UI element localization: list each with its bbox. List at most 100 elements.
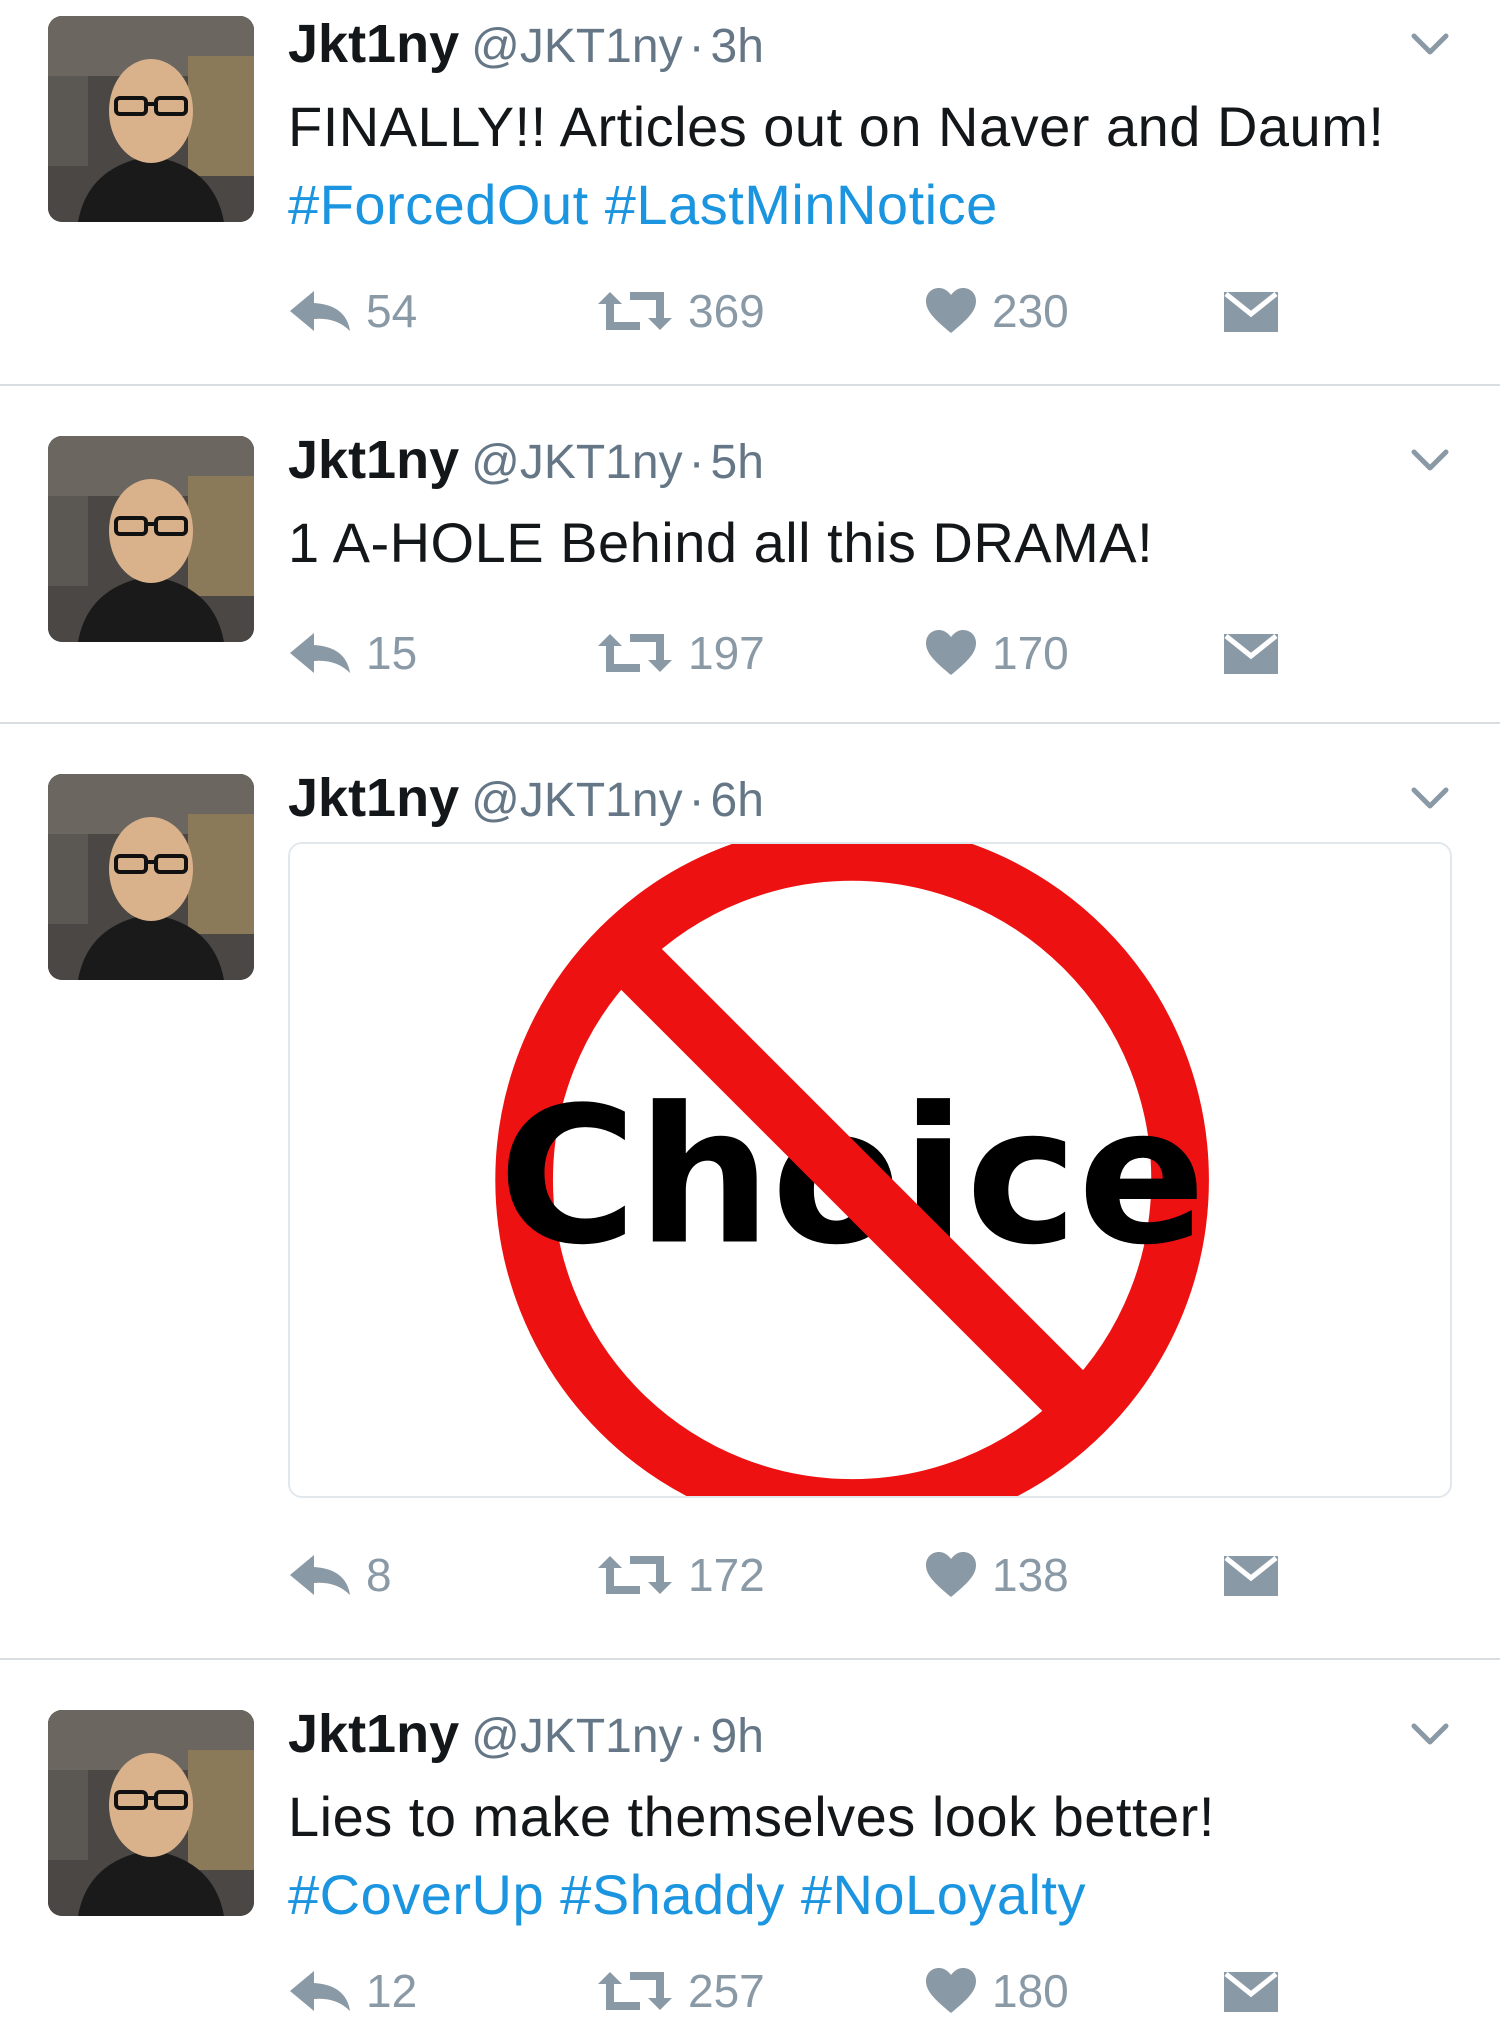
reply-count: 12 (366, 1965, 418, 2017)
tweet-text: Lies to make themselves look better! #Co… (288, 1778, 1460, 1934)
chevron-down-icon[interactable] (1404, 434, 1456, 486)
chevron-down-icon[interactable] (1404, 18, 1456, 70)
tweet-header: Jkt1ny @JKT1ny · 6h (288, 754, 1460, 842)
retweet-button[interactable]: 172 (596, 1540, 765, 1610)
tweet-text-segment (544, 1863, 560, 1926)
heart-icon (926, 288, 976, 333)
tweet-actions: 12 257 180 (288, 1956, 1288, 2026)
hashtag-link[interactable]: #ForcedOut (288, 173, 589, 236)
direct-message-button[interactable] (1222, 618, 1294, 688)
avatar-image (48, 1710, 254, 1916)
heart-icon (926, 1968, 976, 2013)
reply-icon (290, 291, 350, 331)
like-button[interactable]: 230 (924, 276, 1069, 346)
tweet-text-segment (785, 1863, 801, 1926)
retweet-count: 369 (688, 285, 765, 337)
tweet-feed: Jkt1ny @JKT1ny · 3h FINALLY!! Articles out … (0, 0, 1500, 2028)
tweet-actions: 8 172 138 (288, 1540, 1288, 1610)
tweet[interactable]: Jkt1ny @JKT1ny · 9h Lies to make themselves… (0, 1660, 1500, 2028)
tweet-header: Jkt1ny @JKT1ny · 9h (288, 1690, 1460, 1778)
reply-count: 54 (366, 285, 418, 337)
like-count: 180 (992, 1965, 1069, 2017)
like-button[interactable]: 138 (924, 1540, 1069, 1610)
hashtag-link[interactable]: #Shaddy (560, 1863, 785, 1926)
reply-count: 8 (366, 1549, 392, 1601)
timestamp[interactable]: 9h (711, 1710, 764, 1763)
retweet-count: 257 (688, 1965, 765, 2017)
reply-icon (290, 1971, 350, 2011)
timestamp[interactable]: 3h (711, 20, 764, 73)
display-name[interactable]: Jkt1ny (288, 14, 459, 74)
tweet-text-segment: FINALLY!! Articles out on Naver and Daum… (288, 95, 1385, 158)
like-button[interactable]: 170 (924, 618, 1069, 688)
tweet[interactable]: Jkt1ny@JKT1ny·6h Choice 8 172 (0, 724, 1500, 1660)
direct-message-button[interactable] (1222, 1540, 1294, 1610)
tweet-media-image[interactable]: Choice (288, 842, 1452, 1498)
tweet-text: 1 A-HOLE Behind all this DRAMA! (288, 504, 1460, 582)
reply-button[interactable]: 15 (288, 618, 417, 688)
avatar-image (48, 436, 254, 642)
like-button[interactable]: 180 (924, 1956, 1069, 2026)
avatar-image (48, 16, 254, 222)
separator-dot: · (688, 774, 705, 827)
like-count: 230 (992, 285, 1069, 337)
avatar[interactable] (48, 1710, 254, 1916)
retweet-icon (598, 1556, 672, 1594)
direct-message-button[interactable] (1222, 1956, 1294, 2026)
tweet-text-segment: 1 A-HOLE Behind all this DRAMA! (288, 511, 1154, 574)
avatar[interactable] (48, 16, 254, 222)
reply-count: 15 (366, 627, 418, 679)
avatar-image (48, 774, 254, 980)
chevron-down-icon[interactable] (1404, 772, 1456, 824)
tweet-text-segment: Lies to make themselves look better! (288, 1785, 1215, 1848)
direct-message-button[interactable] (1222, 276, 1294, 346)
tweet[interactable]: Jkt1ny @JKT1ny · 3h FINALLY!! Articles out … (0, 0, 1500, 386)
like-count: 170 (992, 627, 1069, 679)
retweet-button[interactable]: 197 (596, 618, 765, 688)
reply-icon (290, 633, 350, 673)
chevron-down-icon[interactable] (1404, 1708, 1456, 1760)
prohibition-sign-image: Choice (291, 844, 1449, 1496)
display-name[interactable]: Jkt1ny (288, 768, 459, 828)
display-name[interactable]: Jkt1ny (288, 1704, 459, 1764)
envelope-icon (1224, 1972, 1278, 2012)
retweet-count: 172 (688, 1549, 765, 1601)
user-handle[interactable]: @JKT1ny (471, 436, 682, 489)
user-handle[interactable]: @JKT1ny (471, 20, 682, 73)
tweet-text: FINALLY!! Articles out on Naver and Daum… (288, 88, 1460, 244)
hashtag-link[interactable]: #CoverUp (288, 1863, 544, 1926)
tweet-actions: 15 197 170 (288, 618, 1288, 688)
user-handle[interactable]: @JKT1ny (471, 1710, 682, 1763)
reply-button[interactable]: 8 (288, 1540, 392, 1610)
retweet-button[interactable]: 257 (596, 1956, 765, 2026)
envelope-icon (1224, 292, 1278, 332)
reply-button[interactable]: 54 (288, 276, 417, 346)
retweet-icon (598, 634, 672, 672)
envelope-icon (1224, 634, 1278, 674)
separator-dot: · (688, 20, 705, 73)
retweet-count: 197 (688, 627, 765, 679)
avatar[interactable] (48, 774, 254, 980)
tweet-header: Jkt1ny @JKT1ny · 3h (288, 0, 1460, 88)
separator-dot: · (688, 436, 705, 489)
envelope-icon (1224, 1556, 1278, 1596)
reply-icon (290, 1555, 350, 1595)
retweet-icon (598, 292, 672, 330)
heart-icon (926, 630, 976, 675)
tweet-header: Jkt1ny @JKT1ny · 5h (288, 416, 1460, 504)
tweet[interactable]: Jkt1ny @JKT1ny · 5h 1 A-HOLE Behind all thi… (0, 386, 1500, 724)
tweet-actions: 54 369 230 (288, 276, 1288, 346)
hashtag-link[interactable]: #LastMinNotice (605, 173, 998, 236)
avatar[interactable] (48, 436, 254, 642)
timestamp[interactable]: 5h (711, 436, 764, 489)
retweet-button[interactable]: 369 (596, 276, 765, 346)
retweet-icon (598, 1972, 672, 2010)
hashtag-link[interactable]: #NoLoyalty (801, 1863, 1086, 1926)
like-count: 138 (992, 1549, 1069, 1601)
separator-dot: · (688, 1710, 705, 1763)
user-handle[interactable]: @JKT1ny (471, 774, 682, 827)
reply-button[interactable]: 12 (288, 1956, 417, 2026)
timestamp[interactable]: 6h (711, 774, 764, 827)
display-name[interactable]: Jkt1ny (288, 430, 459, 490)
tweet-text-segment (589, 173, 605, 236)
